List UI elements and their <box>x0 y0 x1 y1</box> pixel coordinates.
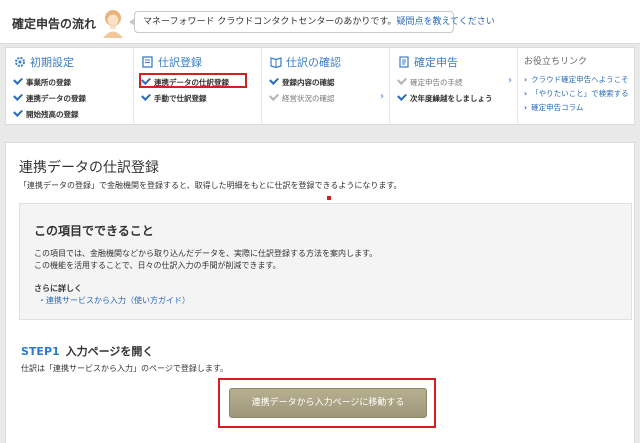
step-tax-filing: 確定申告 確定申告の手続 次年度繰越をしましょう › <box>390 48 518 126</box>
main-panel: 連携データの仕訳登録 「連携データの登録」で金融機関を登録すると、取得した明細を… <box>5 142 635 443</box>
step-item-linked-data-registration[interactable]: 連携データの登録 <box>13 91 86 104</box>
help-link-welcome[interactable]: クラウド確定申告へようこそ <box>524 74 629 85</box>
step-item-carry-forward[interactable]: 次年度繰越をしましょう <box>397 91 493 104</box>
speech-text: マネーフォワード クラウドコンタクトセンターのあかりです。 <box>143 17 397 27</box>
assistant-speech-bubble: マネーフォワード クラウドコンタクトセンターのあかりです。疑問点を教えてください <box>129 11 495 33</box>
button-highlight: 連携データから入力ページに移動する <box>218 378 436 428</box>
section-description: 「連携データの登録」で金融機関を登録すると、取得した明細をもとに仕訳を登録できる… <box>19 181 402 190</box>
gear-icon <box>15 57 25 67</box>
help-links-title: お役立ちリンク <box>524 57 588 67</box>
step-journal-check: 仕訳の確認 登録内容の確認 経営状況の確認 › <box>262 48 390 126</box>
operator-avatar <box>103 10 123 38</box>
check-icon <box>13 75 23 85</box>
info-box: この項目でできること この項目では、金融機関などから取り込んだデータを、実際に仕… <box>19 203 632 320</box>
step-title-journal[interactable]: 仕訳登録 <box>142 54 202 70</box>
step-item-opening-balance[interactable]: 開始残高の登録 <box>13 107 79 120</box>
step-item-manual-journal[interactable]: 手動で仕訳登録 <box>141 91 207 104</box>
step-item-business-status[interactable]: 経営状況の確認 <box>269 91 335 104</box>
ledger-icon <box>142 56 153 68</box>
step1-description: 仕訳は「連携サービスから入力」のページで登録します。 <box>21 364 229 373</box>
chevron-right-icon[interactable]: › <box>380 91 384 102</box>
step1-heading: STEP1 入力ページを開く <box>21 343 153 359</box>
top-header: 確定申告の流れ マネーフォワード クラウドコンタクトセンターのあかりです。疑問点… <box>0 0 640 44</box>
step-item-business-registration[interactable]: 事業所の登録 <box>13 75 71 88</box>
book-icon <box>270 57 282 68</box>
usage-guide-link[interactable]: ・連携サービスから入力（使い方ガイド） <box>38 295 190 306</box>
step-item-registration-check[interactable]: 登録内容の確認 <box>269 75 335 88</box>
check-icon <box>397 75 407 85</box>
help-link-column[interactable]: 確定申告コラム <box>524 102 583 113</box>
flow-steps-panel: 初期設定 事業所の登録 連携データの登録 開始残高の登録 仕訳登録 連携データの… <box>5 47 635 126</box>
step-title-check[interactable]: 仕訳の確認 <box>270 54 341 70</box>
more-info-heading: さらに詳しく <box>34 284 82 293</box>
info-text-line1: この項目では、金融機関などから取り込んだデータを、実際に仕訳登録する方法を案内し… <box>34 249 378 258</box>
info-title: この項目でできること <box>34 224 154 238</box>
step-item-filing-procedure[interactable]: 確定申告の手続 <box>397 75 463 88</box>
step-title-filing[interactable]: 確定申告 <box>398 54 458 70</box>
check-icon <box>141 91 151 101</box>
help-link-search[interactable]: 「やりたいこと」で検索する <box>524 88 629 99</box>
step1-title: 入力ページを開く <box>65 345 154 358</box>
marker-dot <box>327 196 331 200</box>
check-icon <box>13 91 23 101</box>
current-step-highlight <box>139 73 247 88</box>
check-icon <box>269 91 279 101</box>
check-icon <box>397 91 407 101</box>
info-text-line2: この機能を活用することで、日々の仕訳入力の手間が削減できます。 <box>34 261 281 270</box>
check-icon <box>13 107 23 117</box>
go-to-input-page-button[interactable]: 連携データから入力ページに移動する <box>229 388 427 418</box>
step-initial-settings: 初期設定 事業所の登録 連携データの登録 開始残高の登録 <box>6 48 134 126</box>
document-icon <box>399 56 409 68</box>
page-title: 確定申告の流れ <box>12 17 97 31</box>
ask-question-link[interactable]: 疑問点を教えてください <box>396 17 494 27</box>
section-title: 連携データの仕訳登録 <box>19 160 159 176</box>
step1-label: STEP1 <box>21 345 60 358</box>
check-icon <box>269 75 279 85</box>
step-title-initial[interactable]: 初期設定 <box>14 54 74 70</box>
help-links: お役立ちリンク クラウド確定申告へようこそ 「やりたいこと」で検索する 確定申告… <box>518 48 634 126</box>
chevron-right-icon[interactable]: › <box>508 75 512 86</box>
